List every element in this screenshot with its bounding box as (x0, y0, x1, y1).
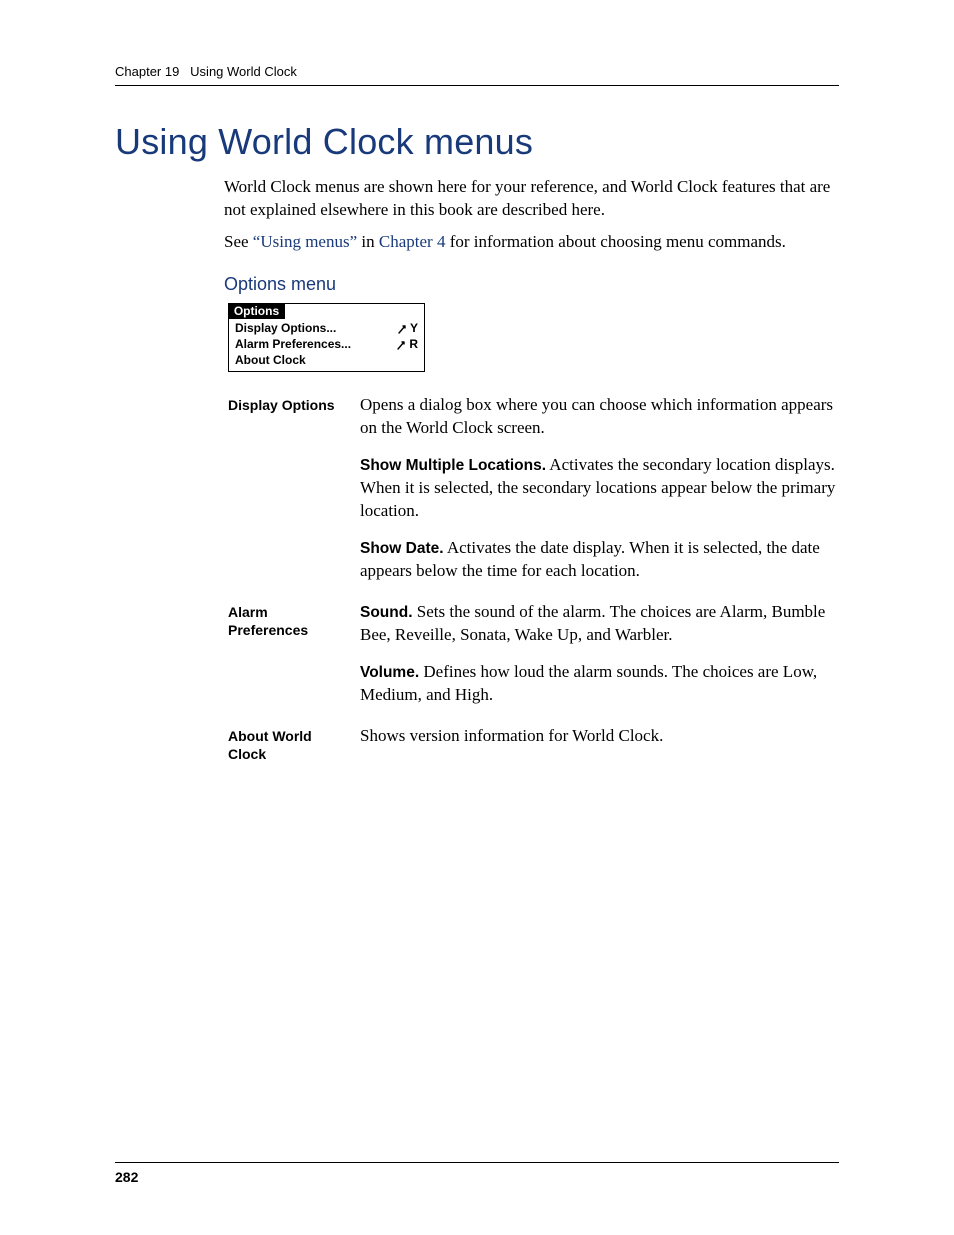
chapter-label: Chapter 19 (115, 64, 179, 79)
intro-paragraph-2: See “Using menus” in Chapter 4 for infor… (224, 231, 839, 254)
intro-text: See (224, 232, 253, 251)
term-display-options: Display Options (228, 394, 346, 414)
definition-paragraph: Sound. Sets the sound of the alarm. The … (360, 601, 839, 647)
link-chapter-4[interactable]: Chapter 4 (379, 232, 446, 251)
menu-item-list: Display Options... Y Alarm Preferences..… (229, 319, 424, 371)
intro-text: in (357, 232, 379, 251)
link-using-menus[interactable]: “Using menus” (253, 232, 357, 251)
menu-item: About Clock (235, 353, 418, 369)
term-about-world-clock: About World Clock (228, 725, 346, 763)
menu-shortcut: R (397, 337, 418, 353)
menu-item: Alarm Preferences... R (235, 337, 418, 353)
definition-paragraph: Shows version information for World Cloc… (360, 725, 839, 748)
subheading-options-menu: Options menu (224, 274, 839, 295)
definition-paragraph: Volume. Defines how loud the alarm sound… (360, 661, 839, 707)
menu-shortcut: Y (398, 321, 418, 337)
graffiti-stroke-icon (397, 340, 407, 350)
intro-block: World Clock menus are shown here for you… (224, 176, 839, 255)
definition-list: Display Options Opens a dialog box where… (228, 394, 839, 763)
menu-tab-label: Options (228, 303, 285, 319)
page-number: 282 (115, 1169, 138, 1185)
options-menu-figure: Options Display Options... Y Alarm Prefe… (228, 303, 425, 372)
definition-paragraph: Show Date. Activates the date display. W… (360, 537, 839, 583)
menu-item-label: Alarm Preferences... (235, 337, 351, 353)
footer-rule (115, 1162, 839, 1163)
definition-row: About World Clock Shows version informat… (228, 725, 839, 763)
intro-text: for information about choosing menu comm… (445, 232, 785, 251)
term-alarm-preferences: Alarm Preferences (228, 601, 346, 639)
chapter-title: Using World Clock (190, 64, 297, 79)
definition-body: Shows version information for World Cloc… (360, 725, 839, 762)
page: Chapter 19 Using World Clock Using World… (0, 0, 954, 1235)
page-title: Using World Clock menus (115, 122, 839, 162)
intro-paragraph-1: World Clock menus are shown here for you… (224, 176, 839, 222)
definition-row: Alarm Preferences Sound. Sets the sound … (228, 601, 839, 721)
definition-row: Display Options Opens a dialog box where… (228, 394, 839, 597)
graffiti-stroke-icon (398, 324, 408, 334)
definition-body: Sound. Sets the sound of the alarm. The … (360, 601, 839, 721)
shortcut-letter: Y (410, 321, 418, 337)
definition-body: Opens a dialog box where you can choose … (360, 394, 839, 597)
running-header: Chapter 19 Using World Clock (115, 64, 839, 86)
menu-item-label: About Clock (235, 353, 306, 369)
shortcut-letter: R (409, 337, 418, 353)
menu-item-label: Display Options... (235, 321, 336, 337)
definition-paragraph: Show Multiple Locations. Activates the s… (360, 454, 839, 523)
definition-paragraph: Opens a dialog box where you can choose … (360, 394, 839, 440)
menu-item: Display Options... Y (235, 321, 418, 337)
